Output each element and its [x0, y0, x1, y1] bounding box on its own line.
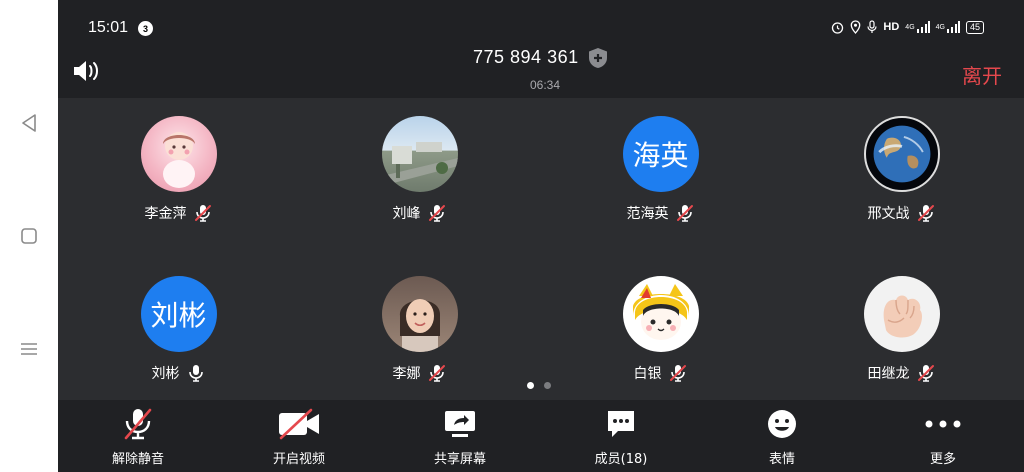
participant-tile[interactable]: 田继龙: [781, 258, 1022, 398]
meeting-id[interactable]: 775 894 361: [473, 47, 579, 68]
meeting-duration: 06:34: [530, 78, 561, 92]
leave-button[interactable]: 离开: [962, 60, 1002, 89]
top-bar: 15:01 3 HD 4G 4G 45 775 894 361 06:34 离开: [58, 0, 1024, 98]
participant-tile[interactable]: 李娜: [299, 258, 540, 398]
avatar: [622, 276, 699, 352]
avatar: [381, 276, 458, 352]
participant-tile[interactable]: 刘彬 刘彬: [58, 258, 299, 398]
location-icon: [850, 20, 861, 34]
participant-name: 李金萍: [144, 206, 187, 222]
back-icon[interactable]: [18, 112, 40, 134]
members-button[interactable]: 成员(18): [561, 406, 681, 468]
avatar: [140, 116, 217, 192]
participant-name: 邢文战: [867, 206, 910, 222]
unmute-button[interactable]: 解除静音: [78, 406, 198, 468]
participant-name: 白银: [633, 366, 662, 382]
participant-tile[interactable]: 邢文战: [781, 98, 1022, 238]
participant-name: 范海英: [626, 206, 669, 222]
recents-icon[interactable]: [18, 338, 40, 360]
mic-muted-icon: [427, 363, 447, 383]
status-time: 15:01: [88, 19, 129, 36]
mic-muted-icon: [116, 406, 160, 442]
meeting-app: 15:01 3 HD 4G 4G 45 775 894 361 06:34 离开…: [58, 0, 1024, 472]
reactions-label: 表情: [768, 452, 795, 467]
status-bar: 15:01 3 HD 4G 4G 45: [58, 0, 1024, 50]
signal-icon-1: 4G: [905, 21, 930, 33]
video-off-icon: [277, 406, 321, 442]
mic-muted-icon: [427, 203, 447, 223]
avatar: [863, 116, 940, 192]
shield-icon[interactable]: [586, 46, 610, 70]
participant-tile[interactable]: 白银: [540, 258, 781, 398]
share-screen-label: 共享屏幕: [433, 452, 486, 467]
participant-name: 李娜: [392, 366, 421, 382]
alarm-icon: [831, 21, 844, 34]
smiley-icon: [760, 406, 804, 442]
start-video-label: 开启视频: [272, 452, 325, 467]
more-button[interactable]: 更多: [883, 406, 1003, 468]
participant-tile[interactable]: 李金萍: [58, 98, 299, 238]
hd-label: HD: [883, 21, 900, 33]
signal-icon-2: 4G: [936, 21, 960, 33]
speaker-icon[interactable]: [72, 58, 102, 84]
avatar: 刘彬: [140, 276, 217, 352]
page-indicator[interactable]: [527, 382, 551, 389]
signal-2-label: 4G: [935, 23, 945, 31]
reactions-button[interactable]: 表情: [722, 406, 842, 468]
participant-name: 田继龙: [867, 366, 910, 382]
mic-muted-icon: [668, 363, 688, 383]
android-nav-rail: [0, 0, 58, 472]
participant-tile[interactable]: 刘峰: [299, 98, 540, 238]
avatar: 海英: [622, 116, 699, 192]
share-screen-button[interactable]: 共享屏幕: [400, 406, 520, 468]
unmute-label: 解除静音: [111, 452, 164, 467]
mic-muted-icon: [675, 203, 695, 223]
participant-name: 刘彬: [151, 366, 180, 382]
bottom-toolbar: 解除静音 开启视频 共享屏幕 成员(18) 表情 更多: [58, 400, 1024, 472]
notification-count-badge: 3: [138, 21, 153, 36]
battery-indicator: 45: [965, 20, 984, 34]
signal-1-label: 4G: [905, 23, 915, 31]
microphone-status-icon: [867, 20, 878, 34]
more-label: 更多: [929, 452, 956, 467]
system-icons: HD 4G 4G 45: [831, 20, 984, 34]
participant-name: 刘峰: [392, 206, 421, 222]
more-dots-icon: [921, 406, 965, 442]
page-dot[interactable]: [544, 382, 551, 389]
mic-on-icon: [186, 363, 206, 383]
home-icon[interactable]: [18, 225, 40, 247]
members-label: 成员(18): [594, 452, 648, 467]
start-video-button[interactable]: 开启视频: [239, 406, 359, 468]
page-dot-active[interactable]: [527, 382, 534, 389]
mic-muted-icon: [916, 363, 936, 383]
mic-muted-icon: [916, 203, 936, 223]
share-screen-icon: [438, 406, 482, 442]
mic-muted-icon: [193, 203, 213, 223]
avatar: [381, 116, 458, 192]
participant-tile[interactable]: 海英 范海英: [540, 98, 781, 238]
chat-bubble-icon: [599, 406, 643, 442]
participant-grid: 李金萍 刘峰 海英 范海英 邢文战 刘彬 刘彬 李娜 白银 田继龙: [58, 98, 1024, 400]
avatar: [863, 276, 940, 352]
